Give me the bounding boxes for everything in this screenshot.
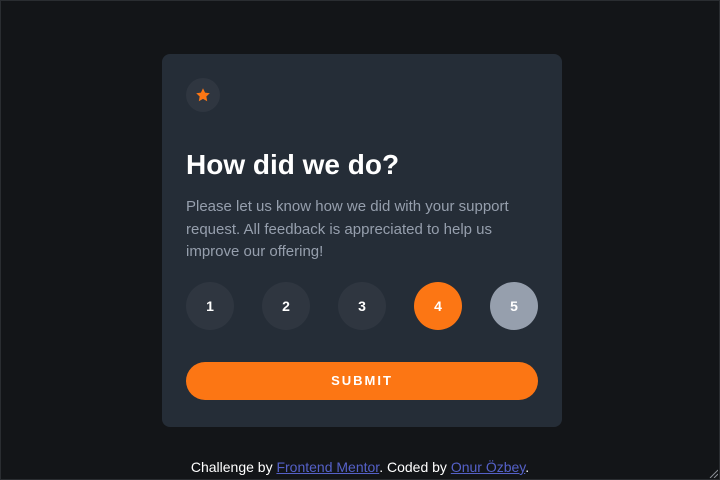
rating-option-4[interactable]: 4	[414, 281, 462, 330]
author-link[interactable]: Onur Özbey	[451, 459, 525, 475]
rating-card: How did we do? Please let us know how we…	[162, 54, 562, 427]
attribution-suffix: .	[525, 459, 530, 475]
star-badge	[186, 78, 220, 112]
submit-button[interactable]: SUBMIT	[186, 361, 538, 400]
attribution-prefix: Challenge by	[190, 459, 277, 475]
star-icon	[196, 88, 210, 102]
attribution-middle: . Coded by	[379, 459, 451, 475]
card-description: Please let us know how we did with your …	[186, 198, 509, 260]
frontend-mentor-link[interactable]: Frontend Mentor	[276, 459, 379, 475]
attribution: Challenge by Frontend Mentor. Coded by O…	[0, 458, 720, 476]
rating-option-3[interactable]: 3	[338, 281, 386, 330]
resize-grip-icon[interactable]	[708, 468, 718, 478]
rating-option-5[interactable]: 5	[490, 281, 538, 330]
rating-options: 1 2 3 4 5	[186, 281, 538, 330]
rating-option-1[interactable]: 1	[186, 281, 234, 330]
card-title: How did we do?	[186, 149, 400, 180]
rating-option-2[interactable]: 2	[262, 281, 310, 330]
